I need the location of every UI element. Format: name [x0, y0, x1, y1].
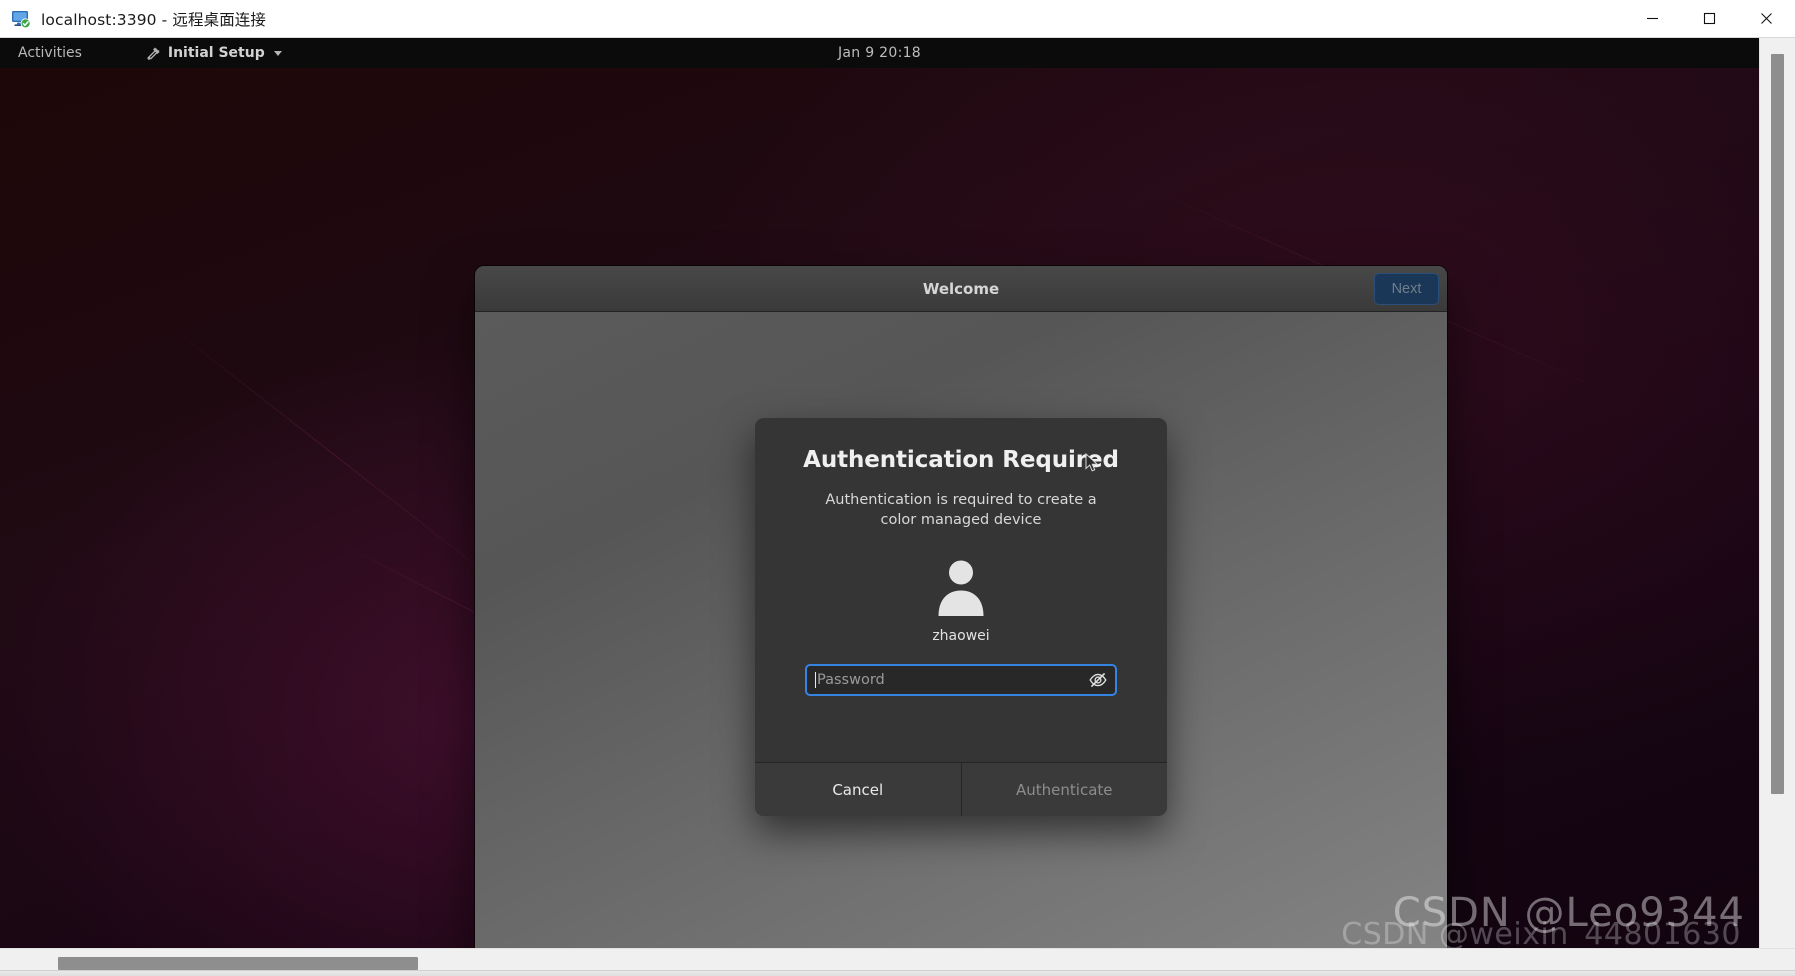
username-label: zhaowei: [932, 628, 990, 644]
cancel-button[interactable]: Cancel: [755, 763, 961, 816]
remote-desktop-icon: [10, 8, 32, 30]
password-row: Password: [805, 664, 1117, 696]
authentication-dialog: Authentication Required Authentication i…: [755, 418, 1167, 816]
authentication-heading: Authentication Required: [803, 447, 1119, 473]
minimize-button[interactable]: [1624, 0, 1681, 38]
app-menu-label: Initial Setup: [167, 45, 265, 61]
user-avatar-icon: [930, 554, 992, 616]
welcome-header-bar: Welcome Next: [475, 266, 1447, 312]
authentication-actions: Cancel Authenticate: [755, 762, 1167, 816]
authentication-content: Authentication Required Authentication i…: [755, 418, 1167, 762]
initial-setup-icon: [146, 46, 161, 61]
remote-desktop-client-window: localhost:3390 - 远程桌面连接 Activities Initi…: [0, 0, 1795, 976]
password-input[interactable]: Password: [805, 664, 1117, 696]
authenticate-button: Authenticate: [960, 763, 1167, 816]
text-caret: [815, 672, 816, 688]
maximize-button[interactable]: [1681, 0, 1738, 38]
chevron-down-icon: [273, 50, 282, 56]
horizontal-scrollbar-thumb[interactable]: [58, 957, 418, 970]
vertical-scrollbar-thumb[interactable]: [1771, 54, 1784, 794]
client-title-text: localhost:3390 - 远程桌面连接: [41, 10, 266, 29]
window-controls: [1624, 0, 1795, 38]
activities-button[interactable]: Activities: [10, 42, 90, 64]
clock[interactable]: Jan 9 20:18: [838, 45, 921, 61]
eye-slash-icon[interactable]: [1088, 670, 1108, 690]
client-title-bar: localhost:3390 - 远程桌面连接: [0, 0, 1795, 38]
welcome-window: Welcome Next Authentication Required Aut…: [475, 266, 1447, 948]
close-button[interactable]: [1738, 0, 1795, 38]
next-button[interactable]: Next: [1374, 273, 1439, 305]
authentication-message: Authentication is required to create a c…: [825, 492, 1097, 528]
remote-desktop-viewport[interactable]: Activities Initial Setup Jan 9 20:18 Wel…: [0, 38, 1759, 948]
app-menu-button[interactable]: Initial Setup: [138, 42, 290, 64]
vertical-scrollbar[interactable]: [1759, 38, 1795, 948]
gnome-top-bar: Activities Initial Setup Jan 9 20:18: [0, 38, 1759, 68]
welcome-title: Welcome: [922, 279, 1000, 298]
password-placeholder: Password: [817, 672, 885, 688]
taskbar-strip: [0, 970, 1795, 976]
